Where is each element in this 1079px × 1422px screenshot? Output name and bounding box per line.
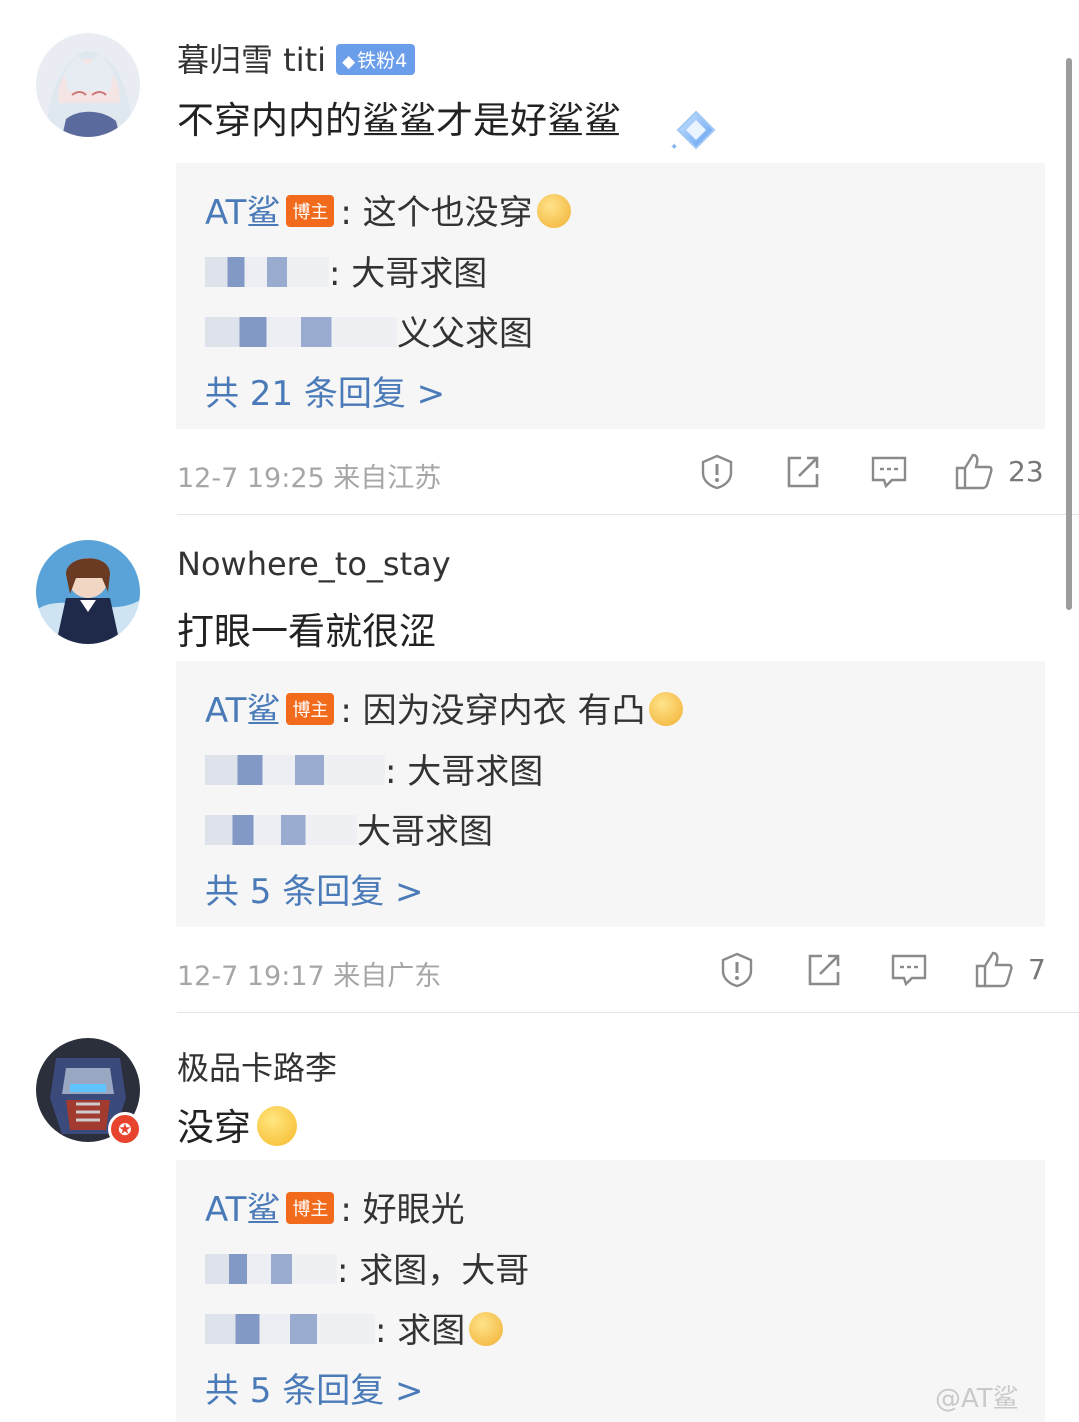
- reply-author[interactable]: AT鲨: [205, 1190, 280, 1230]
- username[interactable]: 极品卡路李: [177, 1043, 337, 1089]
- reply-line: : 求图，大哥: [205, 1243, 529, 1292]
- verified-badge-icon: ✪: [108, 1112, 142, 1146]
- redacted-username: [205, 1313, 375, 1344]
- blogger-tag: 博主: [286, 1191, 335, 1224]
- scrollbar[interactable]: [1066, 58, 1072, 610]
- reply-line-blogger: AT鲨 博主: 好眼光: [205, 1182, 465, 1231]
- reply-line: : 求图: [205, 1303, 504, 1352]
- redacted-username: [205, 1253, 337, 1284]
- comment-item: ✪ 极品卡路李 没穿 AT鲨 博主: 好眼光 : 求图，大哥 : 求图 共 5 条…: [0, 0, 1079, 1422]
- watermark: @AT鲨: [935, 1384, 1019, 1414]
- reply-text: 好眼光: [351, 1190, 465, 1230]
- reply-text: : 求图，大哥: [337, 1251, 530, 1291]
- crying-emoji-icon: [469, 1311, 504, 1346]
- comment-text-content: 没穿: [177, 1106, 251, 1149]
- reply-separator: :: [340, 1190, 352, 1230]
- reply-text: : 求图: [375, 1311, 466, 1351]
- reply-preview-box[interactable]: AT鲨 博主: 好眼光 : 求图，大哥 : 求图 共 5 条回复 >: [176, 1160, 1045, 1422]
- smirk-emoji-icon: [257, 1105, 297, 1146]
- comment-text[interactable]: 没穿: [177, 1097, 297, 1151]
- view-all-replies-link[interactable]: 共 5 条回复 >: [205, 1363, 424, 1412]
